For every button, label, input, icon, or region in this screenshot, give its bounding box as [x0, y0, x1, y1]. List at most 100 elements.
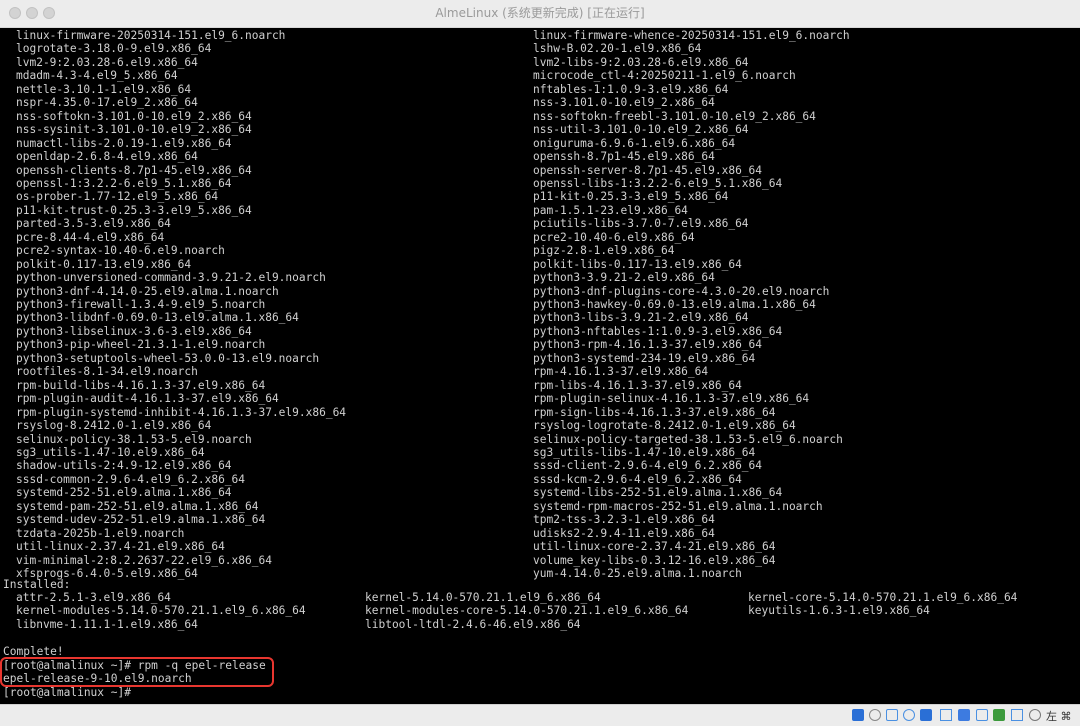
package-line-right: systemd-rpm-macros-252-51.el9.alma.1.noa… [533, 499, 823, 513]
package-line-right: python3-dnf-plugins-core-4.3.0-20.el9.no… [533, 284, 830, 298]
package-line-left: python3-libdnf-0.69.0-13.el9.alma.1.x86_… [16, 311, 299, 325]
package-line-left: rpm-build-libs-4.16.1.3-37.el9.x86_64 [16, 378, 266, 392]
vm-status-bar: 左 ⌘ [0, 704, 1080, 726]
package-line-right: yum-4.14.0-25.el9.alma.1.noarch [533, 567, 742, 580]
package-line-right: python3-3.9.21-2.el9.x86_64 [533, 271, 715, 285]
package-line-left: rpm-plugin-audit-4.16.1.3-37.el9.x86_64 [16, 392, 279, 406]
window-title: AlmeLinux (系统更新完成) [正在运行] [435, 6, 645, 20]
recording-icon[interactable] [976, 709, 988, 721]
keyboard-capture-icon[interactable] [1011, 709, 1023, 721]
shell-prompt[interactable]: [root@almalinux ~]# [3, 686, 131, 699]
package-line-left: polkit-0.117-13.el9.x86_64 [16, 257, 192, 271]
package-line-left: parted-3.5-3.el9.x86_64 [16, 217, 171, 231]
package-line-right: sg3_utils-libs-1.47-10.el9.x86_64 [533, 445, 756, 459]
package-line-left: lvm2-9:2.03.28-6.el9.x86_64 [16, 55, 198, 69]
package-line-left: shadow-utils-2:4.9-12.el9.x86_64 [16, 459, 232, 473]
package-line-left: numactl-libs-2.0.19-1.el9.x86_64 [16, 136, 232, 150]
terminal-screen[interactable]: linux-firmware-20250314-151.el9_6.noarch… [0, 28, 1080, 704]
package-line-right: lvm2-libs-9:2.03.28-6.el9.x86_64 [533, 55, 749, 69]
package-line-left: openldap-2.6.8-4.el9.x86_64 [16, 150, 198, 164]
package-line-right: udisks2-2.9.4-11.el9.x86_64 [533, 526, 715, 540]
package-line-left: python3-dnf-4.14.0-25.el9.alma.1.noarch [16, 284, 279, 298]
package-line-left: mdadm-4.3-4.el9_5.x86_64 [16, 69, 178, 83]
package-line-right: openssl-libs-1:3.2.2-6.el9_5.1.x86_64 [533, 176, 783, 190]
package-line-right: pam-1.5.1-23.el9.x86_64 [533, 203, 688, 217]
installed-package: kernel-modules-core-5.14.0-570.21.1.el9_… [365, 604, 689, 618]
package-line-right: polkit-libs-0.117-13.el9.x86_64 [533, 257, 742, 271]
package-line-left: rpm-plugin-systemd-inhibit-4.16.1.3-37.e… [16, 405, 347, 419]
package-line-right: p11-kit-0.25.3-3.el9_5.x86_64 [533, 190, 729, 204]
installed-package: libnvme-1.11.1-1.el9.x86_64 [16, 617, 198, 631]
package-line-right: python3-systemd-234-19.el9.x86_64 [533, 351, 756, 365]
installed-package: kernel-5.14.0-570.21.1.el9_6.x86_64 [365, 591, 601, 604]
package-line-right: selinux-policy-targeted-38.1.53-5.el9_6.… [533, 432, 843, 446]
package-line-left: p11-kit-trust-0.25.3-3.el9_5.x86_64 [16, 203, 252, 217]
package-line-right: sssd-client-2.9.6-4.el9_6.2.x86_64 [533, 459, 763, 473]
package-line-left: nss-sysinit-3.101.0-10.el9_2.x86_64 [16, 123, 252, 137]
usb-icon[interactable] [920, 709, 932, 721]
package-line-right: openssh-server-8.7p1-45.el9.x86_64 [533, 163, 763, 177]
package-line-left: python3-firewall-1.3.4-9.el9_5.noarch [16, 298, 266, 311]
package-line-right: lshw-B.02.20-1.el9.x86_64 [533, 42, 702, 56]
package-line-left: tzdata-2025b-1.el9.noarch [16, 526, 185, 540]
optical-drive-icon[interactable] [869, 709, 881, 721]
package-line-left: openssl-1:3.2.2-6.el9_5.1.x86_64 [16, 176, 232, 190]
package-line-right: python3-rpm-4.16.1.3-37.el9.x86_64 [533, 338, 763, 352]
package-line-left: pcre-8.44-4.el9.x86_64 [16, 230, 165, 244]
package-line-left: vim-minimal-2:8.2.2637-22.el9_6.x86_64 [16, 553, 272, 567]
package-line-right: sssd-kcm-2.9.6-4.el9_6.2.x86_64 [533, 472, 742, 486]
package-line-right: nftables-1:1.0.9-3.el9.x86_64 [533, 82, 729, 96]
package-line-right: python3-nftables-1:1.0.9-3.el9.x86_64 [533, 324, 783, 338]
title-bar[interactable]: AlmeLinux (系统更新完成) [正在运行] [0, 0, 1080, 28]
package-line-right: pigz-2.8-1.el9.x86_64 [533, 244, 675, 258]
package-line-right: linux-firmware-whence-20250314-151.el9_6… [533, 29, 850, 42]
package-line-right: pcre2-10.40-6.el9.x86_64 [533, 230, 695, 244]
vm-window: AlmeLinux (系统更新完成) [正在运行] linux-firmware… [0, 0, 1080, 726]
package-line-left: systemd-252-51.el9.alma.1.x86_64 [16, 486, 232, 500]
package-line-right: util-linux-core-2.37.4-21.el9.x86_64 [533, 540, 776, 554]
package-line-right: rpm-4.16.1.3-37.el9.x86_64 [533, 365, 709, 379]
package-line-left: systemd-udev-252-51.el9.alma.1.x86_64 [16, 513, 266, 527]
package-line-left: nss-softokn-3.101.0-10.el9_2.x86_64 [16, 109, 252, 123]
installed-package: attr-2.5.1-3.el9.x86_64 [16, 591, 171, 604]
package-line-right: nss-softokn-freebl-3.101.0-10.el9_2.x86_… [533, 109, 816, 123]
package-line-right: volume_key-libs-0.3.12-16.el9.x86_64 [533, 553, 776, 567]
package-line-right: pciutils-libs-3.7.0-7.el9.x86_64 [533, 217, 749, 231]
package-line-left: util-linux-2.37.4-21.el9.x86_64 [16, 540, 225, 554]
complete-message: Complete! [3, 645, 64, 658]
package-line-right: rpm-sign-libs-4.16.1.3-37.el9.x86_64 [533, 405, 776, 419]
hard-disk-icon[interactable] [852, 709, 864, 721]
package-line-left: sg3_utils-1.47-10.el9.x86_64 [16, 445, 205, 459]
package-line-right: nss-util-3.101.0-10.el9_2.x86_64 [533, 123, 749, 137]
package-line-right: systemd-libs-252-51.el9.alma.1.x86_64 [533, 486, 783, 500]
package-line-left: python3-libselinux-3.6-3.el9.x86_64 [16, 324, 252, 338]
installed-package: kernel-core-5.14.0-570.21.1.el9_6.x86_64 [748, 591, 1018, 604]
command-line: [root@almalinux ~]# rpm -q epel-release [3, 659, 266, 672]
cpu-activity-icon[interactable] [993, 709, 1005, 721]
package-line-left: openssh-clients-8.7p1-45.el9.x86_64 [16, 163, 252, 177]
display-icon[interactable] [958, 709, 970, 721]
package-line-left: rootfiles-8.1-34.el9.noarch [16, 365, 198, 379]
installed-header: Installed: [3, 578, 71, 591]
package-line-right: rpm-libs-4.16.1.3-37.el9.x86_64 [533, 378, 742, 392]
package-line-right: rpm-plugin-selinux-4.16.1.3-37.el9.x86_6… [533, 392, 810, 406]
package-line-right: oniguruma-6.9.6-1.el9.6.x86_64 [533, 136, 736, 150]
shared-folders-icon[interactable] [940, 709, 952, 721]
mouse-integration-icon[interactable] [1029, 709, 1041, 721]
package-line-left: python3-pip-wheel-21.3.1-1.el9.noarch [16, 338, 266, 352]
package-line-left: os-prober-1.77-12.el9_5.x86_64 [16, 190, 219, 204]
package-line-left: pcre2-syntax-10.40-6.el9.noarch [16, 244, 225, 258]
audio-icon[interactable] [886, 709, 898, 721]
package-line-left: python-unversioned-command-3.9.21-2.el9.… [16, 271, 326, 285]
package-line-right: nss-3.101.0-10.el9_2.x86_64 [533, 96, 715, 110]
package-line-left: sssd-common-2.9.6-4.el9_6.2.x86_64 [16, 472, 246, 486]
installed-package: libtool-ltdl-2.4.6-46.el9.x86_64 [365, 617, 581, 631]
package-line-left: nspr-4.35.0-17.el9_2.x86_64 [16, 96, 198, 110]
network-icon[interactable] [903, 709, 915, 721]
package-line-left: rsyslog-8.2412.0-1.el9.x86_64 [16, 419, 212, 433]
package-line-left: selinux-policy-38.1.53-5.el9.noarch [16, 432, 252, 446]
installed-package: keyutils-1.6.3-1.el9.x86_64 [748, 604, 930, 618]
package-line-left: logrotate-3.18.0-9.el9.x86_64 [16, 42, 212, 56]
package-line-left: python3-setuptools-wheel-53.0.0-13.el9.n… [16, 351, 320, 365]
package-line-left: systemd-pam-252-51.el9.alma.1.x86_64 [16, 499, 259, 513]
